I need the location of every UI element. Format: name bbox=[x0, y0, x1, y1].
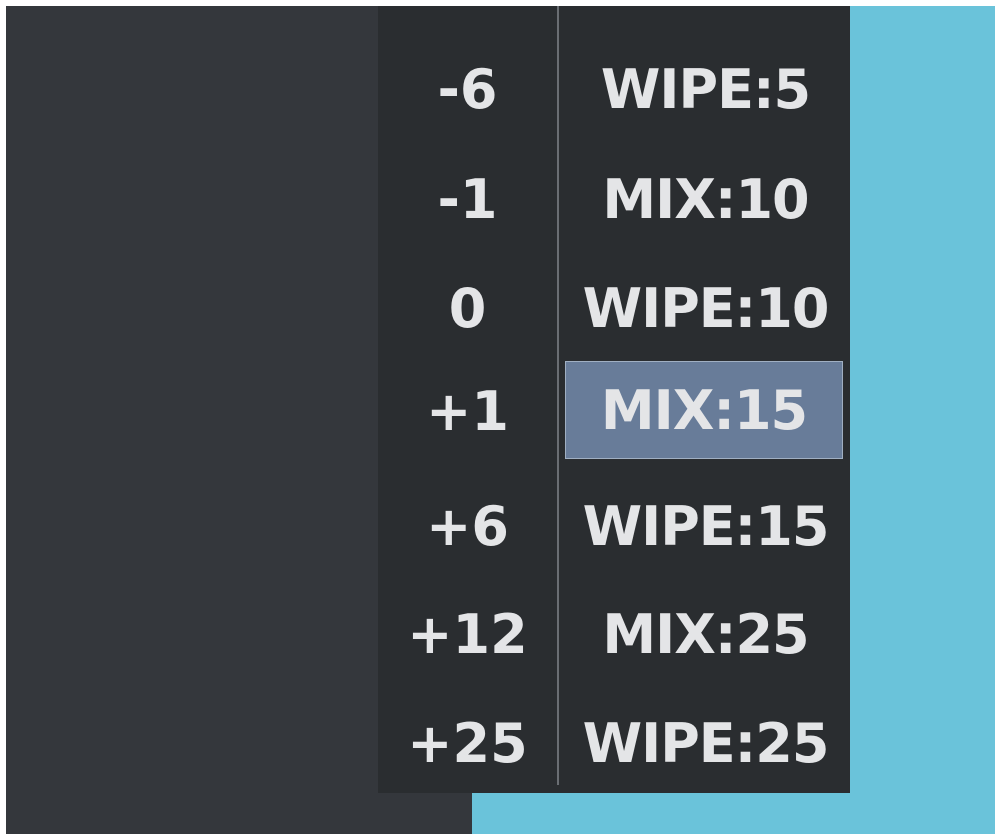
transition-option[interactable]: MIX:25 bbox=[563, 585, 848, 685]
offset-label: +12 bbox=[407, 603, 528, 666]
transition-option[interactable]: WIPE:25 bbox=[563, 694, 848, 794]
transition-option[interactable]: WIPE:15 bbox=[563, 477, 848, 577]
column-divider bbox=[557, 6, 559, 785]
offset-label: +1 bbox=[426, 380, 509, 443]
offset-label: -1 bbox=[437, 168, 498, 231]
transition-option[interactable]: MIX:10 bbox=[563, 150, 848, 250]
transition-option-selected[interactable]: MIX:15 bbox=[565, 361, 843, 459]
offset-label: +25 bbox=[407, 712, 528, 775]
offset-label: +6 bbox=[426, 495, 509, 558]
transition-option[interactable]: WIPE:5 bbox=[563, 40, 848, 140]
offset-label: 0 bbox=[448, 277, 487, 340]
offset-label: -6 bbox=[437, 58, 498, 121]
transition-option[interactable]: WIPE:10 bbox=[563, 259, 848, 359]
